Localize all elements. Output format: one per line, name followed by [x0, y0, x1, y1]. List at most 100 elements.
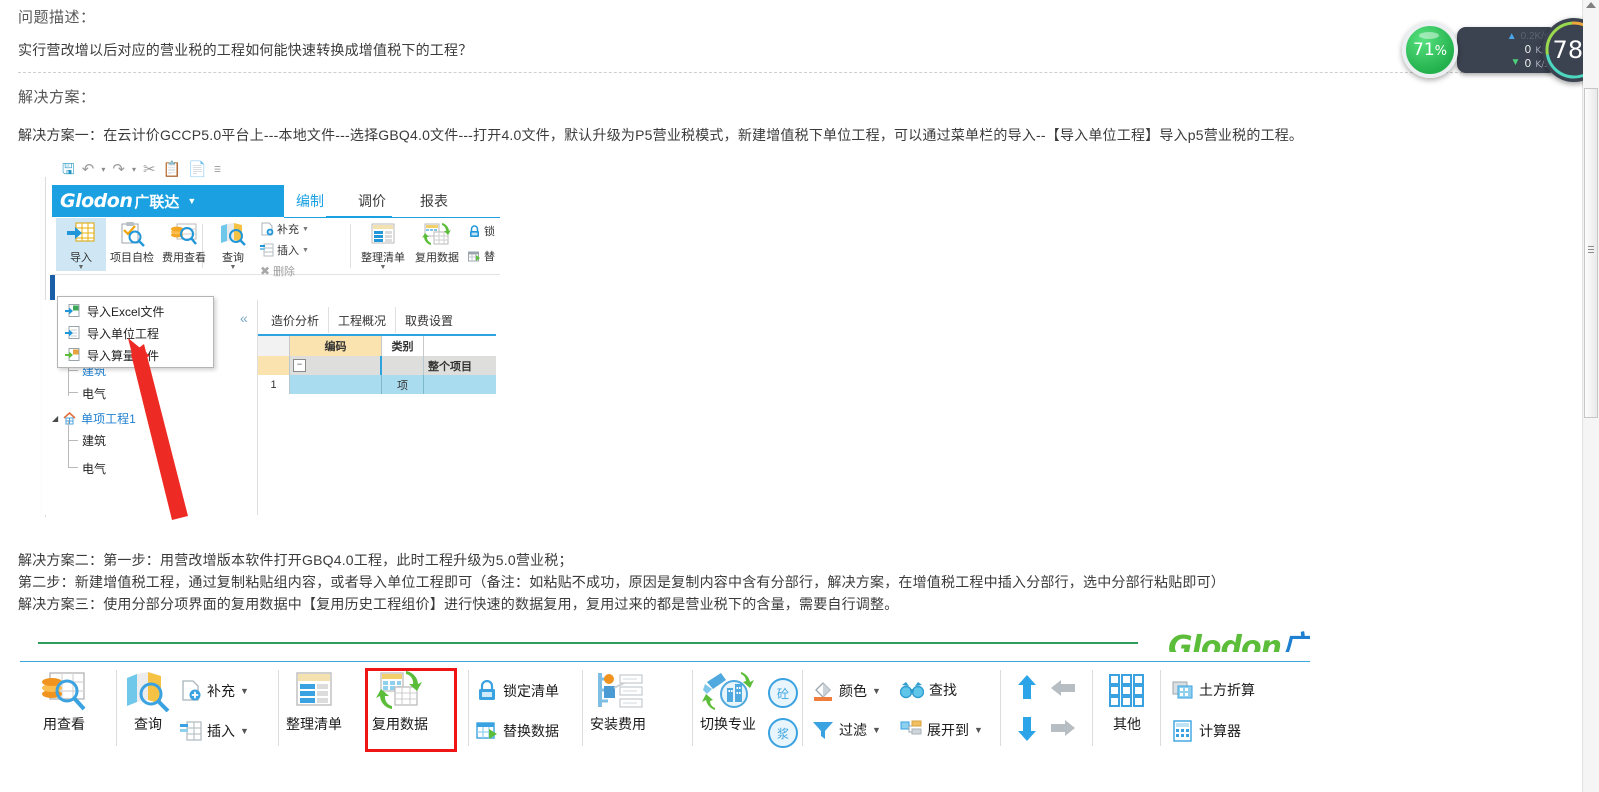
lock-button[interactable]: 锁: [468, 222, 495, 240]
copy-icon[interactable]: 📋: [163, 162, 182, 177]
house-icon: [63, 412, 76, 425]
organize-list-button[interactable]: 整理清单 ▼: [356, 218, 410, 271]
grid-header-name[interactable]: [424, 336, 496, 356]
find-button[interactable]: 查找: [900, 680, 957, 700]
insert-button[interactable]: 插入 ▼: [260, 241, 309, 259]
ribbon-separator: [116, 670, 117, 746]
earthwork-convert-button[interactable]: 土方折算: [1172, 680, 1255, 700]
self-check-icon: [118, 221, 146, 248]
quick-access-toolbar: 🖫 ↶ ▾ ↷ ▾ ✂ 📋 📄 ☰: [62, 157, 221, 181]
replace-label: 替: [484, 251, 495, 263]
table-row[interactable]: 1 项: [258, 375, 496, 394]
paste-icon[interactable]: 📄: [188, 162, 207, 177]
calculator-button[interactable]: 计算器: [1172, 720, 1241, 742]
row-code[interactable]: −: [290, 356, 382, 375]
tree-node-label: 建筑: [82, 434, 107, 448]
tab-tiaojia[interactable]: 调价: [358, 191, 386, 211]
ribbon-green-line: [38, 642, 1138, 644]
tree-node-jianzhu-2[interactable]: 建筑: [82, 432, 106, 449]
chevron-down-icon[interactable]: ▼: [187, 196, 196, 206]
undo-icon[interactable]: ↶: [82, 162, 95, 177]
tree-node-dianqi-1[interactable]: 电气: [82, 385, 106, 402]
tab-zaojia-fenxi[interactable]: 造价分析: [262, 307, 328, 333]
chevron-down-icon[interactable]: ▼: [230, 264, 237, 271]
chevron-down-icon[interactable]: ▼: [78, 264, 85, 271]
tab-qufei-shezhi[interactable]: 取费设置: [395, 307, 462, 333]
tab-gongcheng-gaikuang[interactable]: 工程概况: [328, 307, 395, 333]
ribbon-separator: [692, 670, 693, 746]
solution-two-line-one: 解决方案二：第一步：用营改增版本软件打开GBQ4.0工程，此时工程升级为5.0营…: [18, 552, 573, 568]
chevron-down-icon[interactable]: ▼: [872, 725, 881, 735]
scroll-grip-icon: [1588, 246, 1594, 253]
cost-view-button[interactable]: 费用查看: [158, 218, 210, 265]
move-down-button[interactable]: [1016, 716, 1038, 747]
chevron-down-icon[interactable]: ▼: [380, 264, 387, 271]
table-row[interactable]: − 整个项目: [258, 356, 496, 375]
menu-item-import-excel[interactable]: 导入Excel文件: [58, 300, 213, 322]
other-label: 其他: [1113, 716, 1141, 732]
supplement-button[interactable]: 补充 ▼: [180, 680, 249, 702]
chevron-down-icon[interactable]: ▼: [240, 686, 249, 696]
tree-node-label: 电气: [82, 462, 107, 476]
tab-bianzhi[interactable]: 编制: [296, 191, 324, 211]
row-code[interactable]: [290, 375, 382, 394]
insert-button[interactable]: 插入 ▼: [180, 720, 249, 742]
cpu-usage-widget[interactable]: 71%: [1402, 22, 1458, 78]
chevron-down-icon[interactable]: ▼: [872, 686, 881, 696]
other-button[interactable]: 其他: [1106, 668, 1148, 734]
cost-view-button[interactable]: 用查看: [40, 668, 88, 734]
query-button[interactable]: 查询: [124, 668, 172, 734]
replace-data-button[interactable]: 替换数据: [476, 720, 559, 742]
chevron-down-icon[interactable]: ▼: [974, 725, 983, 735]
more-icon[interactable]: ☰: [214, 165, 221, 174]
move-left-button[interactable]: [1050, 678, 1076, 703]
supplement-button[interactable]: 补充 ▼: [260, 220, 309, 238]
install-cost-button[interactable]: 安装费用: [590, 668, 646, 734]
tree-node-dianqi-2[interactable]: 电气: [82, 460, 106, 477]
self-check-button[interactable]: 项目自检: [106, 218, 158, 265]
mortar-badge-icon[interactable]: 浆: [768, 718, 798, 748]
section-divider: [18, 72, 1538, 73]
scrollbar-thumb[interactable]: [1584, 88, 1598, 418]
chevron-down-icon[interactable]: ▼: [302, 226, 309, 233]
cut-icon[interactable]: ✂: [143, 162, 156, 177]
grid-header-bianma[interactable]: 编码: [290, 336, 382, 356]
undo-caret-icon[interactable]: ▾: [101, 165, 105, 174]
query-button[interactable]: 查询 ▼: [208, 218, 258, 271]
insert-icon: [180, 721, 202, 741]
organize-list-button[interactable]: 整理清单: [286, 668, 342, 734]
ribbon-group-list: 整理清单 ▼ 复用数据 锁 替: [356, 218, 495, 274]
chevron-down-icon[interactable]: ▼: [302, 247, 309, 254]
collapse-left-icon[interactable]: «: [240, 310, 248, 326]
reuse-data-button[interactable]: 复用数据: [410, 218, 464, 265]
redo-caret-icon[interactable]: ▾: [132, 165, 136, 174]
lock-list-button[interactable]: 锁定清单: [476, 680, 559, 702]
import-excel-icon: [65, 304, 80, 317]
scroll-up-arrow-icon[interactable]: [1586, 2, 1596, 8]
color-button[interactable]: 颜色 ▼: [812, 680, 881, 702]
redo-icon[interactable]: ↷: [112, 162, 125, 177]
save-icon[interactable]: 🖫: [62, 162, 75, 177]
move-right-button[interactable]: [1050, 718, 1076, 743]
move-up-button[interactable]: [1016, 674, 1038, 705]
row-expander-icon[interactable]: −: [293, 359, 306, 372]
lock-icon: [470, 224, 479, 237]
download-value: 0: [1524, 56, 1532, 70]
calculator-label: 计算器: [1199, 723, 1241, 739]
filter-button[interactable]: 过滤 ▼: [812, 720, 881, 740]
tree-expander-icon[interactable]: ◢: [52, 414, 58, 423]
expand-to-button[interactable]: 展开到 ▼: [900, 720, 983, 740]
delete-button[interactable]: ✖ 删除: [260, 262, 309, 280]
chevron-down-icon[interactable]: ▼: [240, 726, 249, 736]
lock-list-label: 锁定清单: [503, 683, 559, 699]
import-button[interactable]: 导入 ▼: [56, 218, 106, 271]
ribbon-separator: [1092, 670, 1093, 746]
switch-major-button[interactable]: 切换专业: [700, 668, 756, 734]
concrete-badge-icon[interactable]: 砼: [768, 678, 798, 708]
tab-baobiao[interactable]: 报表: [420, 191, 448, 211]
page-scrollbar[interactable]: [1582, 0, 1599, 792]
replace-button[interactable]: 替: [468, 247, 495, 265]
ribbon-separator: [1160, 670, 1161, 746]
grid-header-leibie[interactable]: 类别: [382, 336, 424, 356]
memory-usage-widget[interactable]: 78%: [1542, 18, 1583, 82]
